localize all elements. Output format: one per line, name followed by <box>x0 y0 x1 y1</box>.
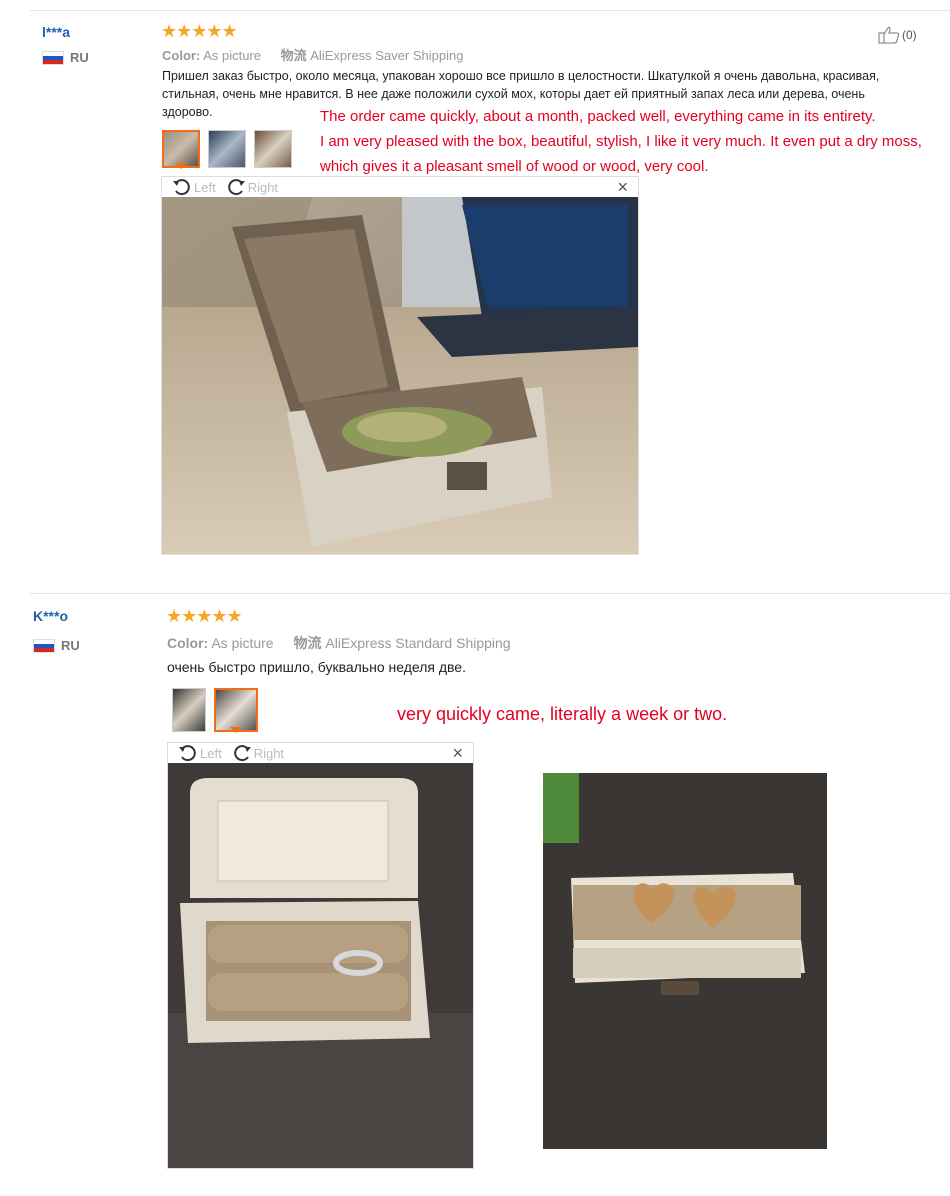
thumbs-up-icon <box>878 26 900 44</box>
rotate-right-button[interactable]: Right <box>232 744 284 762</box>
viewer-toolbar: Left Right × <box>168 743 473 763</box>
review-photo <box>162 197 638 554</box>
photo-thumbnail[interactable] <box>208 130 246 168</box>
photo-thumbnail[interactable] <box>254 130 292 168</box>
rotate-left-label: Left <box>200 745 222 761</box>
rotate-left-label: Left <box>194 179 216 195</box>
color-value: As picture <box>211 635 274 651</box>
color-value: As picture <box>203 48 261 63</box>
viewer-toolbar: Left Right × <box>162 177 638 197</box>
reviewer-country: RU <box>42 50 89 65</box>
rotate-right-label: Right <box>247 179 279 195</box>
review-meta: Color: As picture 物流 AliExpress Standard… <box>167 633 511 653</box>
rotate-right-label: Right <box>253 745 285 761</box>
logistics-label: 物流 <box>293 635 322 651</box>
star-rating: ★★★★★ <box>166 606 243 626</box>
like-button[interactable]: (0) <box>878 26 917 44</box>
color-label: Color: <box>167 635 209 651</box>
photo-thumbnail[interactable] <box>172 688 206 732</box>
rotate-left-icon <box>179 745 196 762</box>
photo-thumbnail[interactable] <box>214 688 258 733</box>
photo-thumbnail[interactable] <box>162 130 200 169</box>
like-count: (0) <box>902 28 917 42</box>
reviewer-name[interactable]: K***o <box>33 608 68 624</box>
rotate-right-button[interactable]: Right <box>226 178 278 196</box>
color-label: Color: <box>162 48 201 63</box>
reviewer-country: RU <box>33 638 80 653</box>
review-photo <box>543 773 827 1149</box>
divider-middle <box>30 593 950 594</box>
photo-thumbnails <box>172 688 258 733</box>
divider-top <box>30 10 950 11</box>
rotate-right-icon <box>227 179 245 196</box>
country-code: RU <box>70 50 89 65</box>
logistics-label: 物流 <box>280 48 307 63</box>
review-meta: Color: As picture 物流 AliExpress Saver Sh… <box>162 45 463 64</box>
translation-line-1: The order came quickly, about a month, p… <box>320 108 876 125</box>
logistics-value: AliExpress Saver Shipping <box>310 48 464 63</box>
close-icon[interactable]: × <box>452 743 463 763</box>
reviewer-name[interactable]: l***a <box>42 24 70 40</box>
logistics-value: AliExpress Standard Shipping <box>325 635 511 651</box>
review-text: очень быстро пришло, буквально неделя дв… <box>167 659 466 675</box>
review-photo <box>168 763 473 1168</box>
close-icon[interactable]: × <box>617 177 628 197</box>
photo-viewer: Left Right × <box>167 742 474 1169</box>
russia-flag-icon <box>42 50 64 65</box>
country-code: RU <box>61 638 80 653</box>
photo-viewer: Left Right × <box>161 176 639 555</box>
rotate-left-button[interactable]: Left <box>178 744 222 762</box>
translation-line-1: very quickly came, literally a week or t… <box>397 704 728 724</box>
rotate-left-button[interactable]: Left <box>172 178 216 196</box>
rotate-left-icon <box>173 179 190 196</box>
rotate-right-icon <box>233 745 251 762</box>
photo-thumbnails <box>162 130 292 169</box>
star-rating: ★★★★★ <box>161 21 238 41</box>
russia-flag-icon <box>33 638 55 653</box>
translation-line-2: I am very pleased with the box, beautifu… <box>320 133 922 150</box>
